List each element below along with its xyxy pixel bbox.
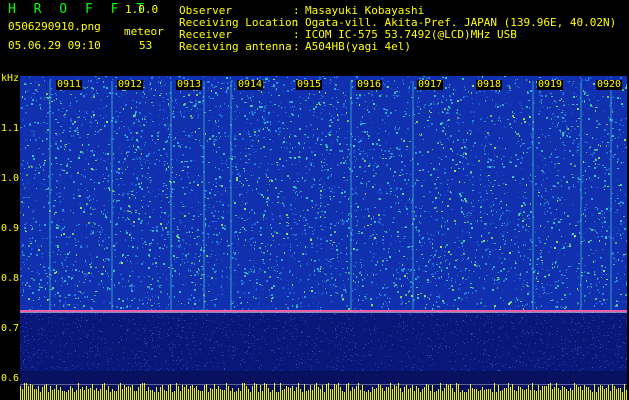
time-label-0911: 0911 bbox=[56, 79, 83, 90]
capture-datetime: 05.06.29 09:10 bbox=[8, 39, 101, 52]
antenna-label: Receiving antenna bbox=[179, 40, 292, 53]
spectrogram-canvas bbox=[20, 76, 627, 400]
time-label-0920: 0920 bbox=[596, 79, 623, 90]
time-label-0916: 0916 bbox=[356, 79, 383, 90]
frequency-unit: kHz bbox=[1, 73, 20, 84]
y-tick-0-6: 0.6 bbox=[1, 373, 20, 384]
observer-label: Observer bbox=[179, 4, 232, 17]
app-version: 1.0.0 bbox=[125, 3, 159, 16]
header-panel: H R O F F T 1.0.0 0506290910.png meteor … bbox=[0, 0, 629, 76]
y-tick-0-8: 0.8 bbox=[1, 273, 20, 284]
meteor-count: 53 bbox=[139, 39, 153, 52]
y-tick-0-9: 0.9 bbox=[1, 223, 20, 234]
meteor-label: meteor bbox=[124, 25, 164, 38]
location-label: Receiving Location bbox=[179, 16, 299, 29]
time-label-0919: 0919 bbox=[537, 79, 564, 90]
location-separator: : bbox=[293, 16, 300, 29]
observer-value: Masayuki Kobayashi bbox=[305, 4, 425, 17]
spectrogram bbox=[20, 76, 627, 400]
y-tick-1-1: 1.1 bbox=[1, 123, 20, 134]
receiver-label: Receiver bbox=[179, 28, 232, 41]
time-label-0913: 0913 bbox=[176, 79, 203, 90]
receiver-separator: : bbox=[293, 28, 300, 41]
time-label-0912: 0912 bbox=[117, 79, 144, 90]
image-filename: 0506290910.png bbox=[8, 20, 101, 33]
y-tick-0-7: 0.7 bbox=[1, 323, 20, 334]
location-value: Ogata-vill. Akita-Pref. JAPAN (139.96E, … bbox=[305, 16, 617, 29]
time-label-0914: 0914 bbox=[237, 79, 264, 90]
time-label-0915: 0915 bbox=[296, 79, 323, 90]
receiver-value: ICOM IC-575 53.7492(@LCD)MHz USB bbox=[305, 28, 517, 41]
time-label-0917: 0917 bbox=[417, 79, 444, 90]
antenna-separator: : bbox=[293, 40, 300, 53]
antenna-value: A504HB(yagi 4el) bbox=[305, 40, 411, 53]
observer-separator: : bbox=[293, 4, 300, 17]
time-label-0918: 0918 bbox=[476, 79, 503, 90]
y-tick-1-0: 1.0 bbox=[1, 173, 20, 184]
